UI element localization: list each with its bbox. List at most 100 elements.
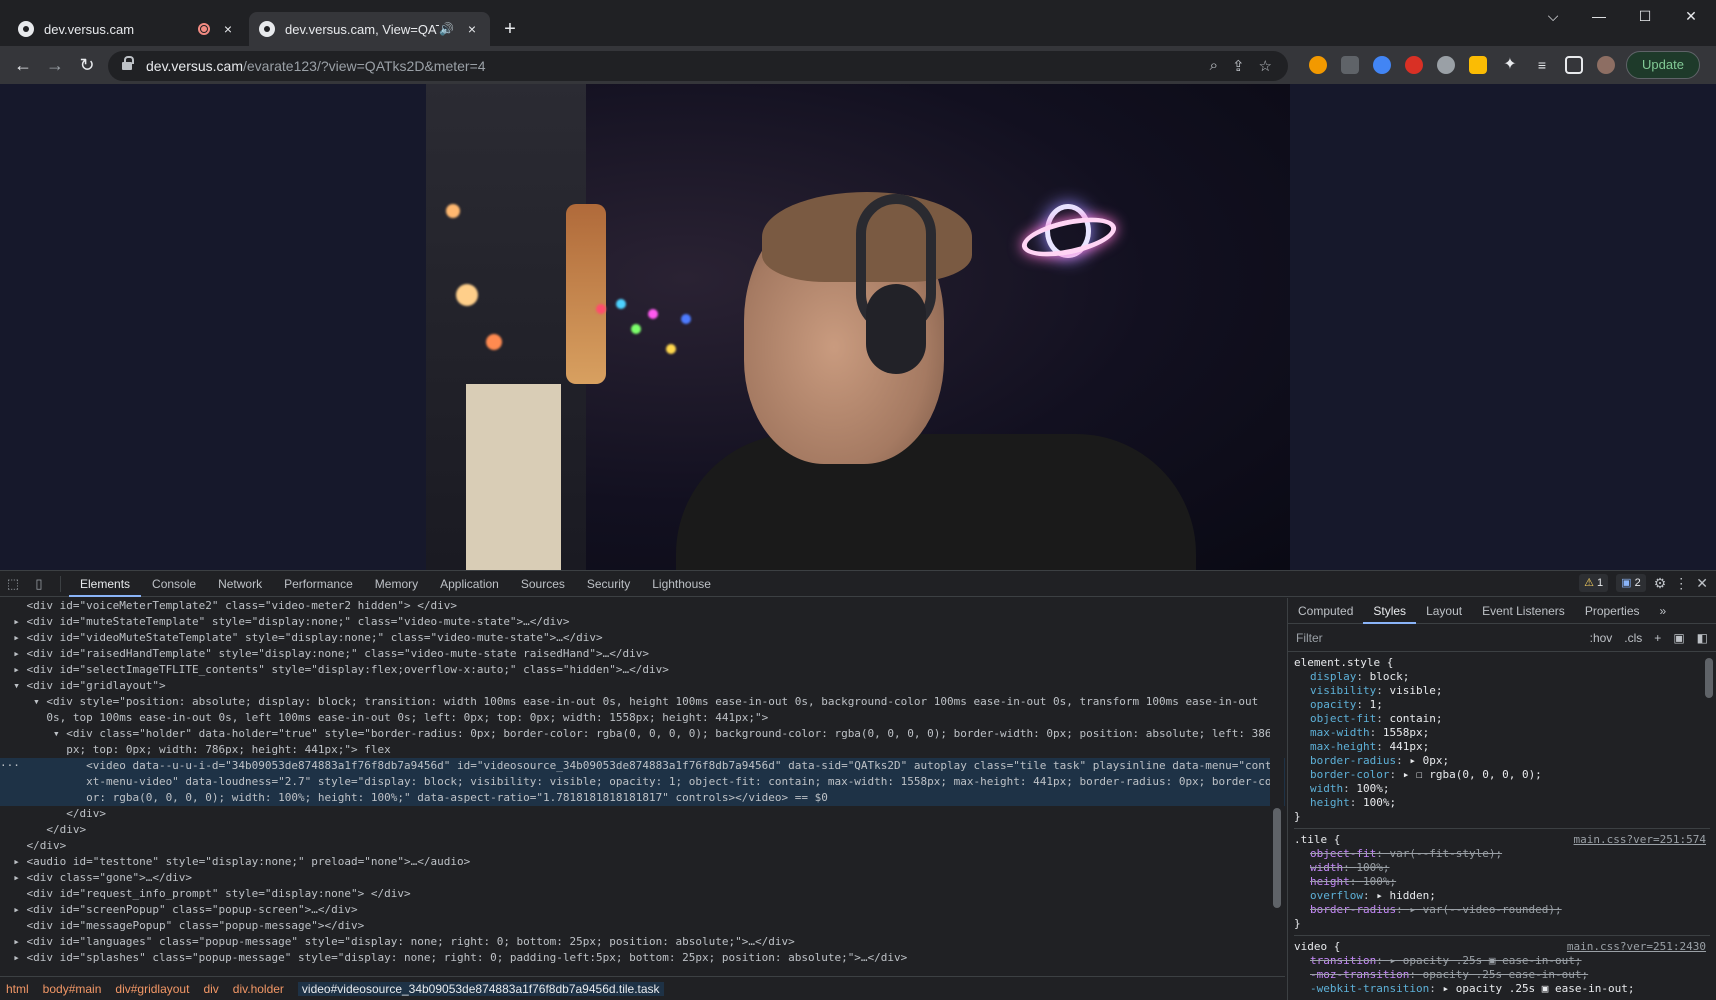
- dom-line[interactable]: px; top: 0px; width: 786px; height: 441p…: [0, 742, 1285, 758]
- inspect-element-icon[interactable]: ⬚: [0, 571, 26, 597]
- crumb-video[interactable]: video#videosource_34b09053de874883a1f76f…: [297, 981, 664, 996]
- extension-weather-icon[interactable]: [1309, 56, 1327, 74]
- elements-tree[interactable]: <div id="voiceMeterTemplate2" class="vid…: [0, 598, 1285, 973]
- source-link[interactable]: main.css?ver=251:2430: [1567, 940, 1706, 954]
- extension-blue-icon[interactable]: [1373, 56, 1391, 74]
- dom-line[interactable]: ▾ <div class="holder" data-holder="true"…: [0, 726, 1285, 742]
- dom-line[interactable]: <div id="messagePopup" class="popup-mess…: [0, 918, 1285, 934]
- dom-line[interactable]: </div>: [0, 806, 1285, 822]
- side-panel-icon[interactable]: [1565, 56, 1583, 74]
- tab-close-icon[interactable]: ×: [464, 21, 480, 37]
- declaration[interactable]: width: 100%;: [1294, 782, 1710, 796]
- declaration[interactable]: overflow: ▸ hidden;: [1294, 889, 1710, 903]
- hov-toggle[interactable]: :hov: [1590, 631, 1613, 645]
- paint-icon[interactable]: ▣: [1673, 631, 1684, 645]
- declaration[interactable]: border-color: ▸ ☐ rgba(0, 0, 0, 0);: [1294, 768, 1710, 782]
- crumb-holder[interactable]: div.holder: [233, 982, 284, 996]
- reading-list-icon[interactable]: ≡: [1533, 56, 1551, 74]
- declaration[interactable]: max-width: 1558px;: [1294, 726, 1710, 740]
- dom-line[interactable]: ▸ <audio id="testtone" style="display:no…: [0, 854, 1285, 870]
- declaration-overridden[interactable]: height: 100%;: [1294, 875, 1710, 889]
- filter-input[interactable]: Filter: [1296, 631, 1578, 645]
- tab-application[interactable]: Application: [429, 571, 510, 597]
- issues-badge[interactable]: ▣ 2: [1616, 574, 1646, 592]
- minimize-button[interactable]: —: [1576, 4, 1622, 28]
- dom-line[interactable]: <div id="voiceMeterTemplate2" class="vid…: [0, 598, 1285, 614]
- tab-memory[interactable]: Memory: [364, 571, 429, 597]
- dom-line-selected[interactable]: ··· <video data--u-u-i-d="34b09053de8748…: [0, 758, 1285, 774]
- extension-record-icon[interactable]: [1437, 56, 1455, 74]
- extensions-puzzle-icon[interactable]: ✦: [1501, 56, 1519, 74]
- devtools-close-icon[interactable]: ✕: [1696, 575, 1708, 592]
- dom-line[interactable]: ▾ <div style="position: absolute; displa…: [0, 694, 1285, 710]
- tab-computed[interactable]: Computed: [1288, 598, 1363, 624]
- declaration[interactable]: visibility: visible;: [1294, 684, 1710, 698]
- tab-performance[interactable]: Performance: [273, 571, 364, 597]
- crumb-gridlayout[interactable]: div#gridlayout: [115, 982, 189, 996]
- dom-line[interactable]: ▸ <div id="selectImageTFLITE_contents" s…: [0, 662, 1285, 678]
- cls-toggle[interactable]: .cls: [1624, 631, 1642, 645]
- new-tab-button[interactable]: +: [497, 17, 523, 43]
- declaration-overridden[interactable]: width: 100%;: [1294, 861, 1710, 875]
- dom-line[interactable]: ▸ <div id="splashes" class="popup-messag…: [0, 950, 1285, 966]
- tab-sources[interactable]: Sources: [510, 571, 576, 597]
- rule-selector[interactable]: element.style {: [1294, 656, 1710, 670]
- tab-dev-versus[interactable]: dev.versus.cam ×: [8, 12, 246, 46]
- extension-ublock-icon[interactable]: [1341, 56, 1359, 74]
- crumb-div[interactable]: div: [203, 982, 218, 996]
- maximize-button[interactable]: ☐: [1622, 4, 1668, 28]
- declaration[interactable]: opacity: 1;: [1294, 698, 1710, 712]
- dom-line[interactable]: ▸ <div id="screenPopup" class="popup-scr…: [0, 902, 1285, 918]
- address-bar[interactable]: dev.versus.cam/evarate123/?view=QATks2D&…: [108, 51, 1288, 81]
- speaker-icon[interactable]: 🔊: [439, 22, 454, 36]
- dom-line[interactable]: </div>: [0, 838, 1285, 854]
- tab-event-listeners[interactable]: Event Listeners: [1472, 598, 1575, 624]
- declaration[interactable]: border-radius: ▸ 0px;: [1294, 754, 1710, 768]
- warnings-badge[interactable]: ⚠ 1: [1579, 574, 1609, 592]
- tab-elements[interactable]: Elements: [69, 571, 142, 597]
- tab-security[interactable]: Security: [576, 571, 641, 597]
- video-player[interactable]: [426, 84, 1290, 570]
- tab-lighthouse[interactable]: Lighthouse: [641, 571, 722, 597]
- tab-dev-versus-view[interactable]: dev.versus.cam, View=QATks2D 🔊 ×: [249, 12, 490, 46]
- declaration[interactable]: height: 100%;: [1294, 796, 1710, 810]
- styles-scrollbar[interactable]: [1702, 652, 1716, 1000]
- dom-line[interactable]: <div id="request_info_prompt" style="dis…: [0, 886, 1285, 902]
- window-close-button[interactable]: ✕: [1668, 4, 1714, 28]
- dom-line[interactable]: ▸ <div id="videoMuteStateTemplate" style…: [0, 630, 1285, 646]
- reload-icon[interactable]: ↻: [74, 52, 100, 78]
- dom-line[interactable]: 0s, top 100ms ease-in-out 0s, left 100ms…: [0, 710, 1285, 726]
- tab-close-icon[interactable]: ×: [220, 21, 236, 37]
- dom-line[interactable]: ▸ <div id="languages" class="popup-messa…: [0, 934, 1285, 950]
- declaration-overridden[interactable]: transition: ▸ opacity .25s ▣ ease-in-out…: [1294, 954, 1710, 968]
- bookmark-star-icon[interactable]: ☆: [1259, 57, 1272, 75]
- crumb-body[interactable]: body#main: [43, 982, 102, 996]
- device-toolbar-icon[interactable]: ▯: [26, 571, 52, 597]
- add-rule-icon[interactable]: +: [1654, 631, 1661, 645]
- declaration[interactable]: -webkit-transition: ▸ opacity .25s ▣ eas…: [1294, 982, 1710, 996]
- kebab-menu-icon[interactable]: ⋮: [1674, 575, 1688, 592]
- declaration[interactable]: object-fit: contain;: [1294, 712, 1710, 726]
- settings-gear-icon[interactable]: ⚙: [1654, 575, 1667, 592]
- more-tabs-icon[interactable]: »: [1650, 598, 1677, 624]
- scroll-thumb[interactable]: [1705, 658, 1713, 698]
- extension-yellow-icon[interactable]: [1469, 56, 1487, 74]
- declaration-overridden[interactable]: -moz-transition: opacity .25s ease-in-ou…: [1294, 968, 1710, 982]
- elements-scrollbar[interactable]: [1270, 598, 1284, 973]
- dom-line[interactable]: ▸ <div class="gone">…</div>: [0, 870, 1285, 886]
- lock-icon[interactable]: [122, 56, 134, 72]
- tab-styles[interactable]: Styles: [1363, 598, 1417, 624]
- update-button[interactable]: Update: [1626, 51, 1700, 79]
- dom-line[interactable]: </div>: [0, 822, 1285, 838]
- dom-line[interactable]: ▸ <div id="muteStateTemplate" style="dis…: [0, 614, 1285, 630]
- toggle-sidebar-icon[interactable]: ◧: [1697, 631, 1708, 645]
- tab-layout[interactable]: Layout: [1416, 598, 1472, 624]
- tab-properties[interactable]: Properties: [1575, 598, 1650, 624]
- dom-line-selected[interactable]: or: rgba(0, 0, 0, 0); width: 100%; heigh…: [0, 790, 1285, 806]
- back-arrow-icon[interactable]: ←: [10, 52, 36, 78]
- crumb-html[interactable]: html: [6, 982, 29, 996]
- styles-pane[interactable]: element.style { display: block; visibili…: [1288, 652, 1716, 1000]
- profile-avatar[interactable]: [1597, 56, 1615, 74]
- declaration[interactable]: max-height: 441px;: [1294, 740, 1710, 754]
- extension-red-icon[interactable]: [1405, 56, 1423, 74]
